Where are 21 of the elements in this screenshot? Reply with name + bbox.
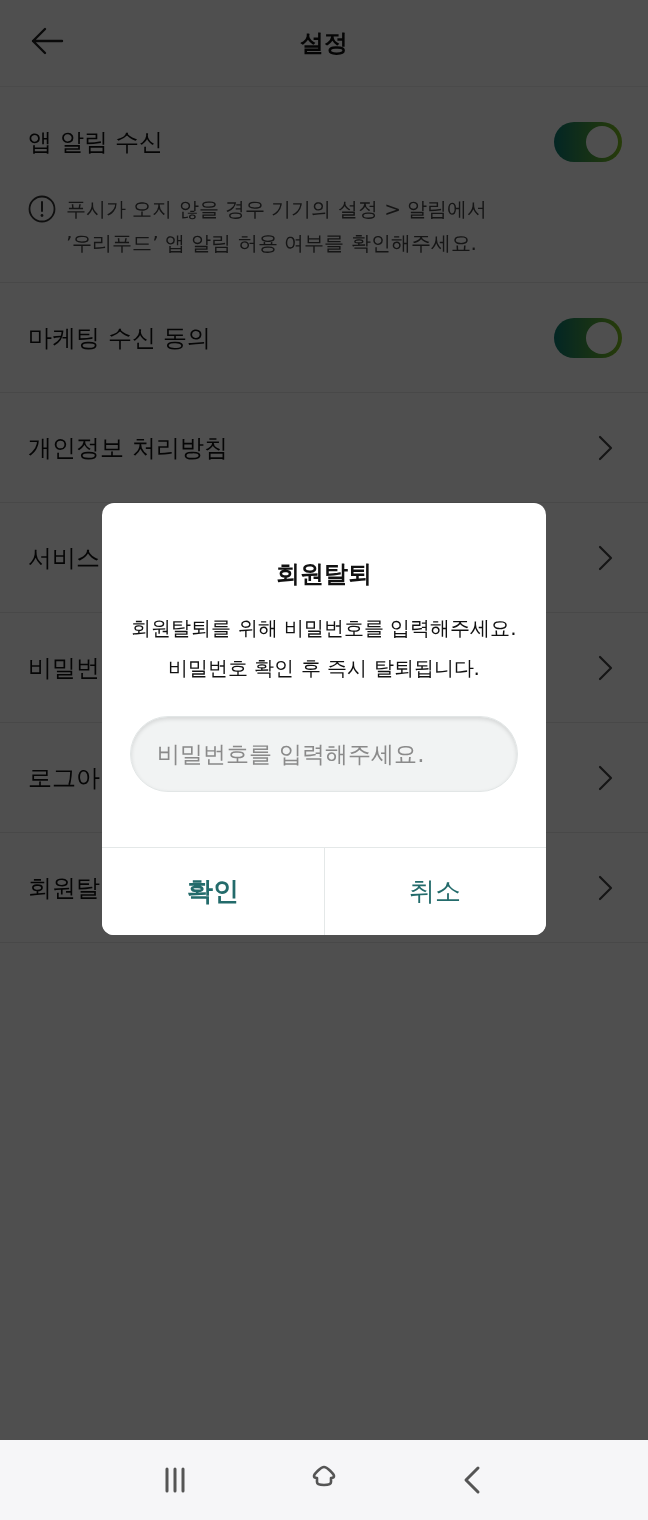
chevron-right-icon <box>598 544 614 571</box>
setting-label[interactable]: 회원탈 <box>28 871 100 904</box>
setting-label: 앱 알림 수신 <box>28 127 164 158</box>
cancel-button[interactable]: 취소 <box>323 848 546 935</box>
chevron-right-icon <box>598 654 614 681</box>
setting-label: 마케팅 수신 동의 <box>28 322 212 354</box>
chevron-right-icon <box>598 874 614 901</box>
dialog-message: 회원탈퇴를 위해 비밀번호를 입력해주세요. 비밀번호 확인 후 즉시 탈퇴됩니다. <box>131 615 517 682</box>
setting-label[interactable]: 비밀번 <box>28 651 100 684</box>
setting-label[interactable]: 서비스 <box>28 541 100 574</box>
chevron-right-icon <box>598 434 614 461</box>
notice-text: 푸시가 오지 않을 경우 기기의 설정 > 알림에서 ’우리푸드’ 앱 알림 허용 여부를 확인해주세요. <box>66 196 488 257</box>
page-title: 설정 <box>300 28 348 59</box>
toggle-switch[interactable] <box>554 122 622 162</box>
setting-label[interactable]: 로그아 <box>28 761 100 794</box>
info-icon <box>28 195 56 223</box>
setting-label[interactable]: 개인정보 처리방침 <box>28 431 228 464</box>
password-field[interactable]: 비밀번호를 입력해주세요. <box>130 716 518 792</box>
chevron-right-icon <box>598 764 614 791</box>
toggle-switch[interactable] <box>554 317 622 358</box>
dialog-title: 회원탈퇴 <box>276 559 372 590</box>
